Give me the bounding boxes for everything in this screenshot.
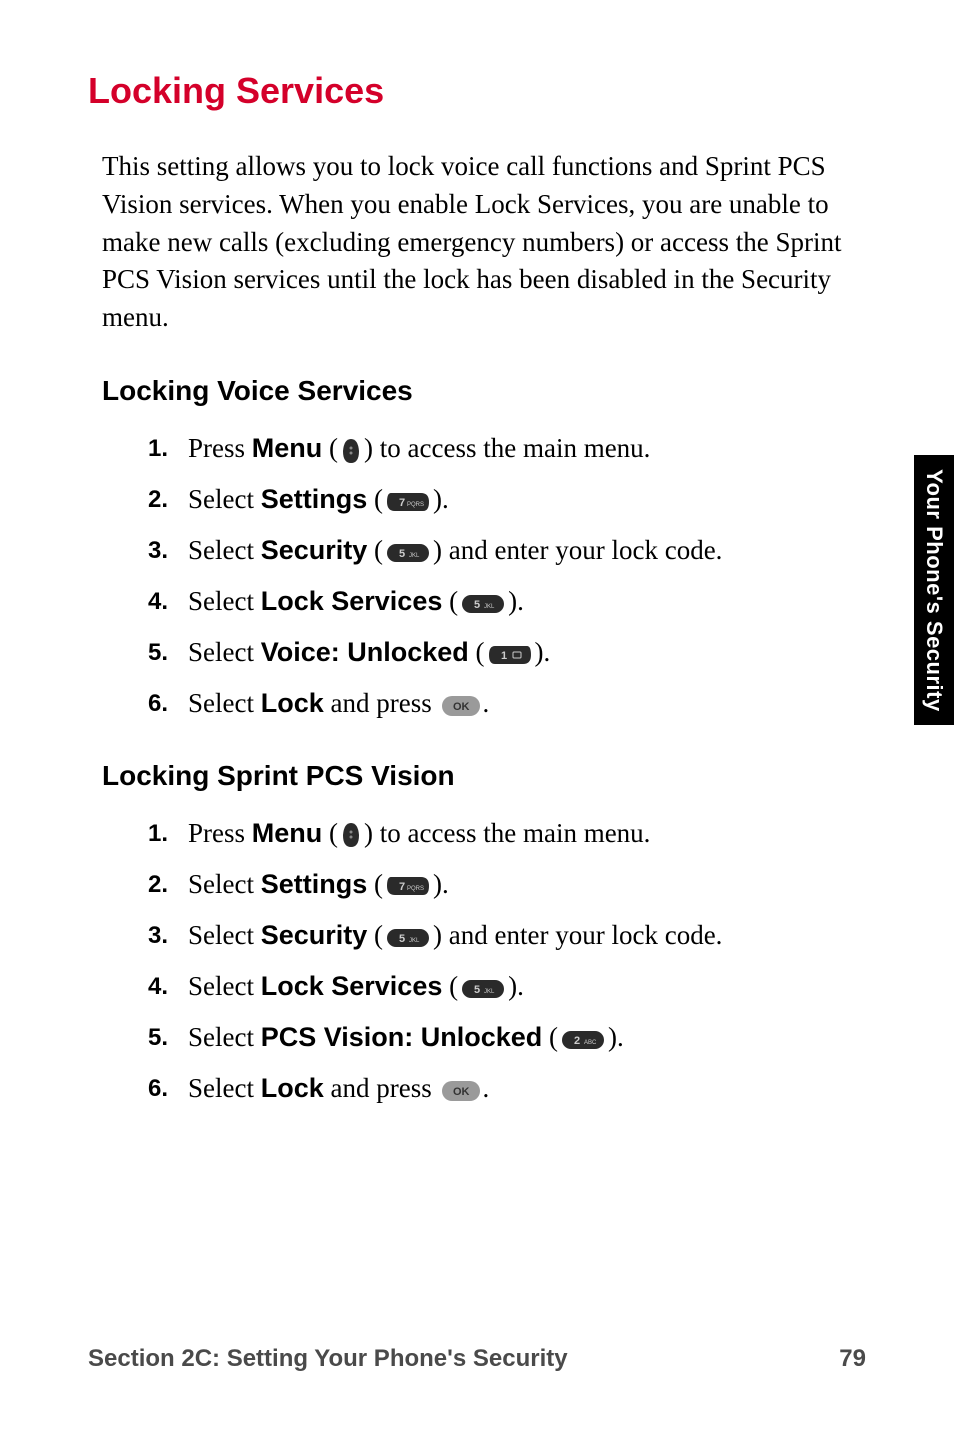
step-number: 1. xyxy=(148,818,188,849)
list-item: 6.Select Lock and press . xyxy=(148,1071,866,1106)
step-text: Select Lock Services (). xyxy=(188,969,524,1004)
step-number: 1. xyxy=(148,433,188,464)
step-number: 3. xyxy=(148,920,188,951)
footer-page-number: 79 xyxy=(839,1345,866,1373)
list-item: 4.Select Lock Services (). xyxy=(148,584,866,619)
list-item: 1.Press Menu () to access the main menu. xyxy=(148,816,866,851)
key-5-jkl xyxy=(385,540,431,566)
page-footer: Section 2C: Setting Your Phone's Securit… xyxy=(88,1345,866,1373)
nav-key-icon xyxy=(340,821,362,849)
list-item: 3.Select Security () and enter your lock… xyxy=(148,533,866,568)
step-number: 4. xyxy=(148,586,188,617)
key-7-pqrs xyxy=(385,873,431,899)
list-item: 4.Select Lock Services (). xyxy=(148,969,866,1004)
step-text: Select Security () and enter your lock c… xyxy=(188,533,722,568)
step-text: Press Menu () to access the main menu. xyxy=(188,816,650,851)
list-item: 5.Select PCS Vision: Unlocked (). xyxy=(148,1020,866,1055)
step-text: Select Lock and press . xyxy=(188,1071,489,1106)
step-text: Select Voice: Unlocked (). xyxy=(188,635,550,670)
step-text: Select Lock Services (). xyxy=(188,584,524,619)
key-5-jkl xyxy=(460,591,506,617)
page-title: Locking Services xyxy=(88,70,866,112)
list-item: 3.Select Security () and enter your lock… xyxy=(148,918,866,953)
list-item: 6.Select Lock and press . xyxy=(148,686,866,721)
key-7-pqrs xyxy=(385,489,431,515)
step-number: 3. xyxy=(148,535,188,566)
step-number: 5. xyxy=(148,1022,188,1053)
heading-vision: Locking Sprint PCS Vision xyxy=(102,760,866,792)
step-number: 2. xyxy=(148,484,188,515)
side-tab: Your Phone's Security xyxy=(914,455,954,725)
step-number: 6. xyxy=(148,1073,188,1104)
nav-key-icon xyxy=(340,437,362,465)
steps-voice: 1.Press Menu () to access the main menu.… xyxy=(148,431,866,722)
ok-key xyxy=(441,694,481,718)
key-2-abc xyxy=(560,1027,606,1053)
step-number: 6. xyxy=(148,688,188,719)
list-item: 2.Select Settings (). xyxy=(148,482,866,517)
footer-section: Section 2C: Setting Your Phone's Securit… xyxy=(88,1345,568,1373)
step-text: Select Settings (). xyxy=(188,867,449,902)
step-text: Select Security () and enter your lock c… xyxy=(188,918,722,953)
step-number: 2. xyxy=(148,869,188,900)
intro-paragraph: This setting allows you to lock voice ca… xyxy=(102,148,866,337)
step-number: 4. xyxy=(148,971,188,1002)
step-number: 5. xyxy=(148,637,188,668)
list-item: 2.Select Settings (). xyxy=(148,867,866,902)
key-1 xyxy=(487,642,533,668)
step-text: Select Lock and press . xyxy=(188,686,489,721)
heading-voice: Locking Voice Services xyxy=(102,375,866,407)
ok-key xyxy=(441,1079,481,1103)
key-5-jkl xyxy=(460,976,506,1002)
step-text: Select PCS Vision: Unlocked (). xyxy=(188,1020,624,1055)
key-5-jkl xyxy=(385,925,431,951)
step-text: Press Menu () to access the main menu. xyxy=(188,431,650,466)
steps-vision: 1.Press Menu () to access the main menu.… xyxy=(148,816,866,1107)
list-item: 1.Press Menu () to access the main menu. xyxy=(148,431,866,466)
list-item: 5.Select Voice: Unlocked (). xyxy=(148,635,866,670)
step-text: Select Settings (). xyxy=(188,482,449,517)
